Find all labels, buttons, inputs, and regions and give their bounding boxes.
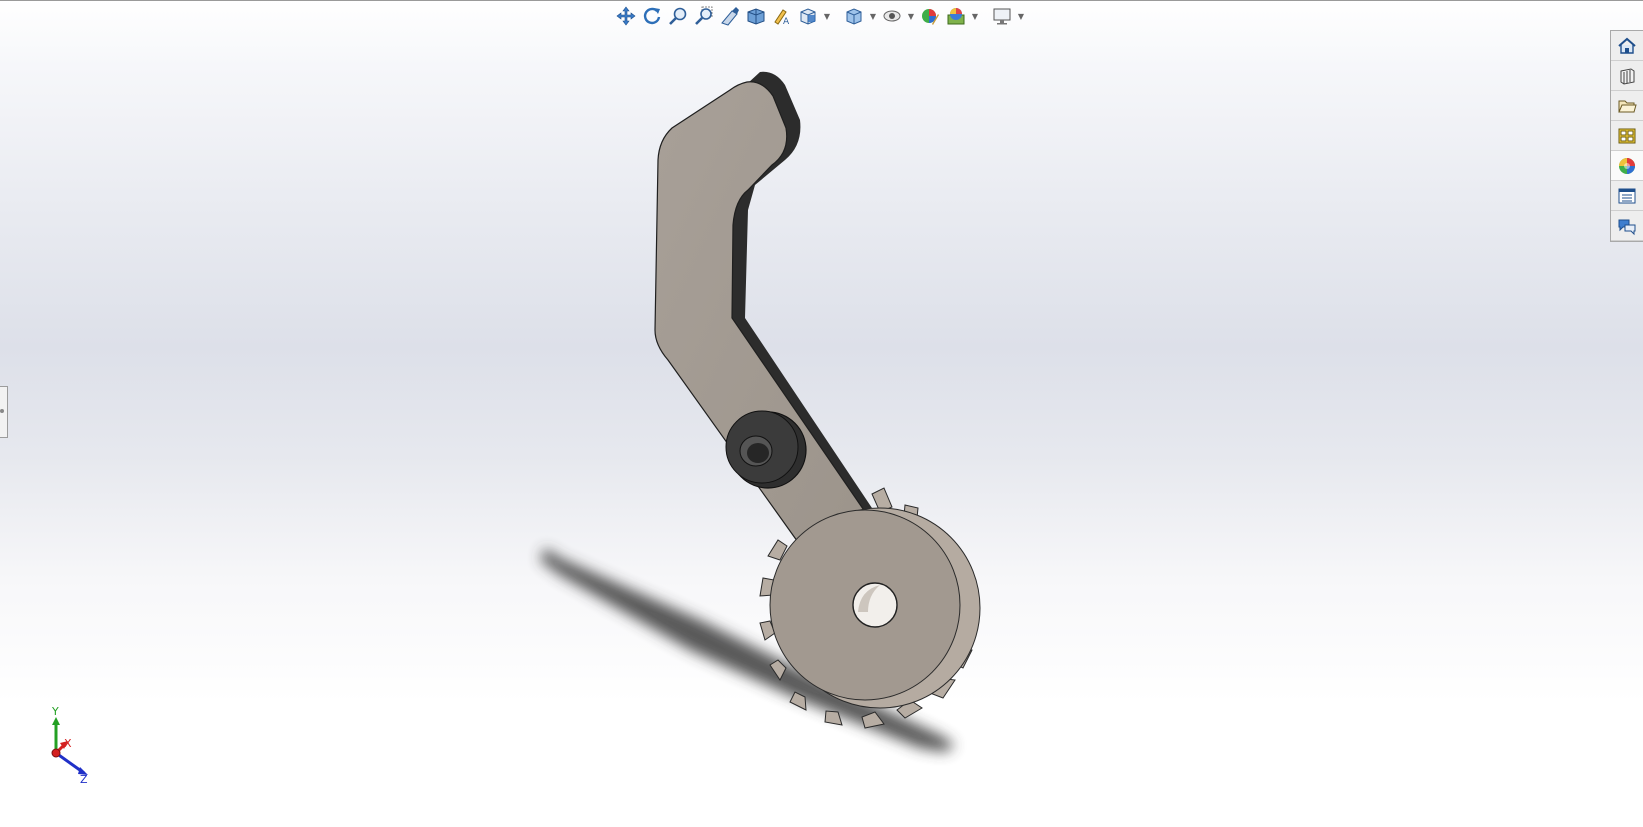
appearances-icon[interactable]	[1611, 151, 1643, 181]
file-explorer-icon[interactable]	[1611, 91, 1643, 121]
view-orientation-dropdown[interactable]: ▼	[822, 4, 832, 28]
view-orientation-icon[interactable]	[796, 4, 820, 28]
design-library-icon[interactable]	[1611, 61, 1643, 91]
hide-show-items-icon[interactable]	[880, 4, 904, 28]
dynamic-annotation-views-icon[interactable]: A	[770, 4, 794, 28]
display-style-icon[interactable]	[842, 4, 866, 28]
apply-scene-dropdown[interactable]: ▼	[970, 4, 980, 28]
view-palette-icon[interactable]	[1611, 121, 1643, 151]
apply-scene-icon[interactable]	[944, 4, 968, 28]
pivot-bushing[interactable]	[725, 410, 807, 489]
edit-appearance-icon[interactable]	[918, 4, 942, 28]
zoom-to-fit-icon[interactable]	[666, 4, 690, 28]
home-icon[interactable]	[1611, 31, 1643, 61]
pan-icon[interactable]	[614, 4, 638, 28]
heads-up-view-toolbar: A ▼ ▼ ▼ ▼ ▼	[614, 2, 1026, 30]
forum-icon[interactable]	[1611, 211, 1643, 241]
triad-x-label: X	[64, 737, 72, 750]
svg-text:A: A	[783, 17, 790, 26]
hide-show-items-dropdown[interactable]: ▼	[906, 4, 916, 28]
graphics-area[interactable]	[0, 0, 1643, 827]
rotate-icon[interactable]	[640, 4, 664, 28]
view-settings-dropdown[interactable]: ▼	[1016, 4, 1026, 28]
triad-y-label: Y	[52, 705, 59, 718]
feature-manager-collapse-handle[interactable]	[0, 386, 8, 438]
triad-z-label: Z	[80, 773, 88, 786]
view-settings-icon[interactable]	[990, 4, 1014, 28]
task-pane-tabs	[1610, 30, 1643, 242]
reference-triad: Y X Z	[40, 705, 100, 790]
custom-properties-icon[interactable]	[1611, 181, 1643, 211]
previous-view-icon[interactable]	[718, 4, 742, 28]
display-style-dropdown[interactable]: ▼	[868, 4, 878, 28]
zoom-to-area-icon[interactable]	[692, 4, 716, 28]
section-view-icon[interactable]	[744, 4, 768, 28]
